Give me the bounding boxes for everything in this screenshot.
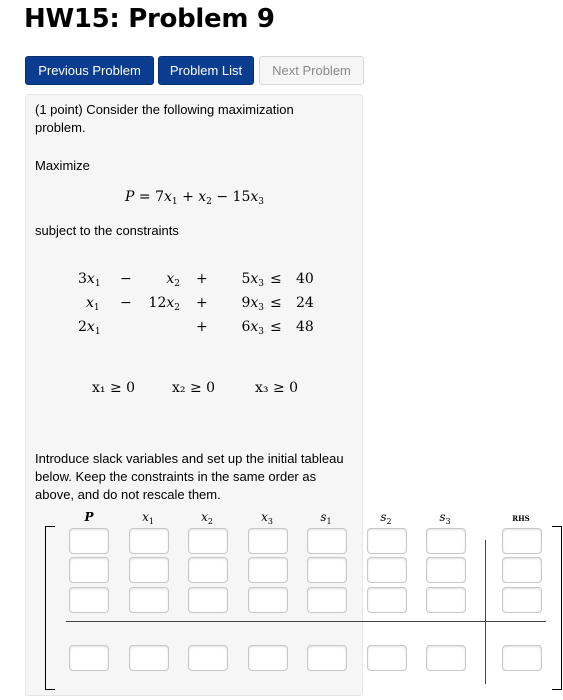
matrix-right-bracket [552, 526, 562, 690]
tableau-input-r4-x1[interactable] [129, 645, 169, 671]
header-p: P [84, 510, 94, 524]
tableau-input-r4-p[interactable] [69, 645, 109, 671]
tableau-input-r1-s1[interactable] [307, 528, 347, 554]
tableau-input-r4-x3[interactable] [248, 645, 288, 671]
tableau-input-r3-s2[interactable] [367, 587, 407, 613]
tableau-input-r3-x3[interactable] [248, 587, 288, 613]
tableau-input-r2-x3[interactable] [248, 557, 288, 583]
problem-list-button[interactable]: Problem List [158, 56, 254, 85]
header-x1: x1 [142, 510, 154, 526]
tableau-input-r2-s1[interactable] [307, 557, 347, 583]
tableau-input-r2-x1[interactable] [129, 557, 169, 583]
header-s1: s1 [320, 510, 332, 526]
tableau-input-r1-s3[interactable] [426, 528, 466, 554]
nonneg-x1: x₁ ≥ 0 [92, 380, 136, 396]
tableau-input-r1-x1[interactable] [129, 528, 169, 554]
tableau-input-r4-s2[interactable] [367, 645, 407, 671]
tableau-input-r2-rhs[interactable] [502, 557, 542, 583]
tableau-input-r2-p[interactable] [69, 557, 109, 583]
problem-intro: (1 point) Consider the following maximiz… [35, 102, 294, 135]
tableau-input-r2-s3[interactable] [426, 557, 466, 583]
tableau-input-r3-x2[interactable] [188, 587, 228, 613]
subject-to-label: subject to the constraints [35, 223, 179, 238]
tableau-input-r4-x2[interactable] [188, 645, 228, 671]
objective-row-divider [66, 621, 546, 622]
header-x2: x2 [201, 510, 213, 526]
tableau-input-r3-s1[interactable] [307, 587, 347, 613]
tableau-input-r3-rhs[interactable] [502, 587, 542, 613]
tableau-input-r1-rhs[interactable] [502, 528, 542, 554]
page-title: HW15: Problem 9 [24, 4, 275, 34]
tableau-input-r3-s3[interactable] [426, 587, 466, 613]
rhs-column-divider [485, 540, 486, 684]
objective-function: P = 7x1 + x2 − 15x3 [125, 189, 265, 207]
header-s2: s2 [380, 510, 392, 526]
tableau-input-r4-rhs[interactable] [502, 645, 542, 671]
tableau-input-r1-p[interactable] [69, 528, 109, 554]
tableau-input-r2-x2[interactable] [188, 557, 228, 583]
tableau-input-r4-s1[interactable] [307, 645, 347, 671]
nonneg-x2: x₂ ≥ 0 [172, 380, 216, 396]
tableau-input-r1-x3[interactable] [248, 528, 288, 554]
header-s3: s3 [439, 510, 451, 526]
nonneg-x3: x₃ ≥ 0 [255, 380, 299, 396]
tableau-input-r1-s2[interactable] [367, 528, 407, 554]
tableau-input-r3-p[interactable] [69, 587, 109, 613]
header-rhs: RHS [512, 514, 530, 523]
tableau-input-r3-x1[interactable] [129, 587, 169, 613]
instructions: Introduce slack variables and set up the… [35, 451, 344, 502]
tableau-input-r4-s3[interactable] [426, 645, 466, 671]
maximize-label: Maximize [35, 158, 90, 173]
header-x3: x3 [261, 510, 273, 526]
next-problem-button[interactable]: Next Problem [259, 56, 364, 85]
tableau-input-r1-x2[interactable] [188, 528, 228, 554]
previous-problem-button[interactable]: Previous Problem [25, 56, 154, 85]
tableau-input-r2-s2[interactable] [367, 557, 407, 583]
matrix-left-bracket [45, 526, 55, 690]
